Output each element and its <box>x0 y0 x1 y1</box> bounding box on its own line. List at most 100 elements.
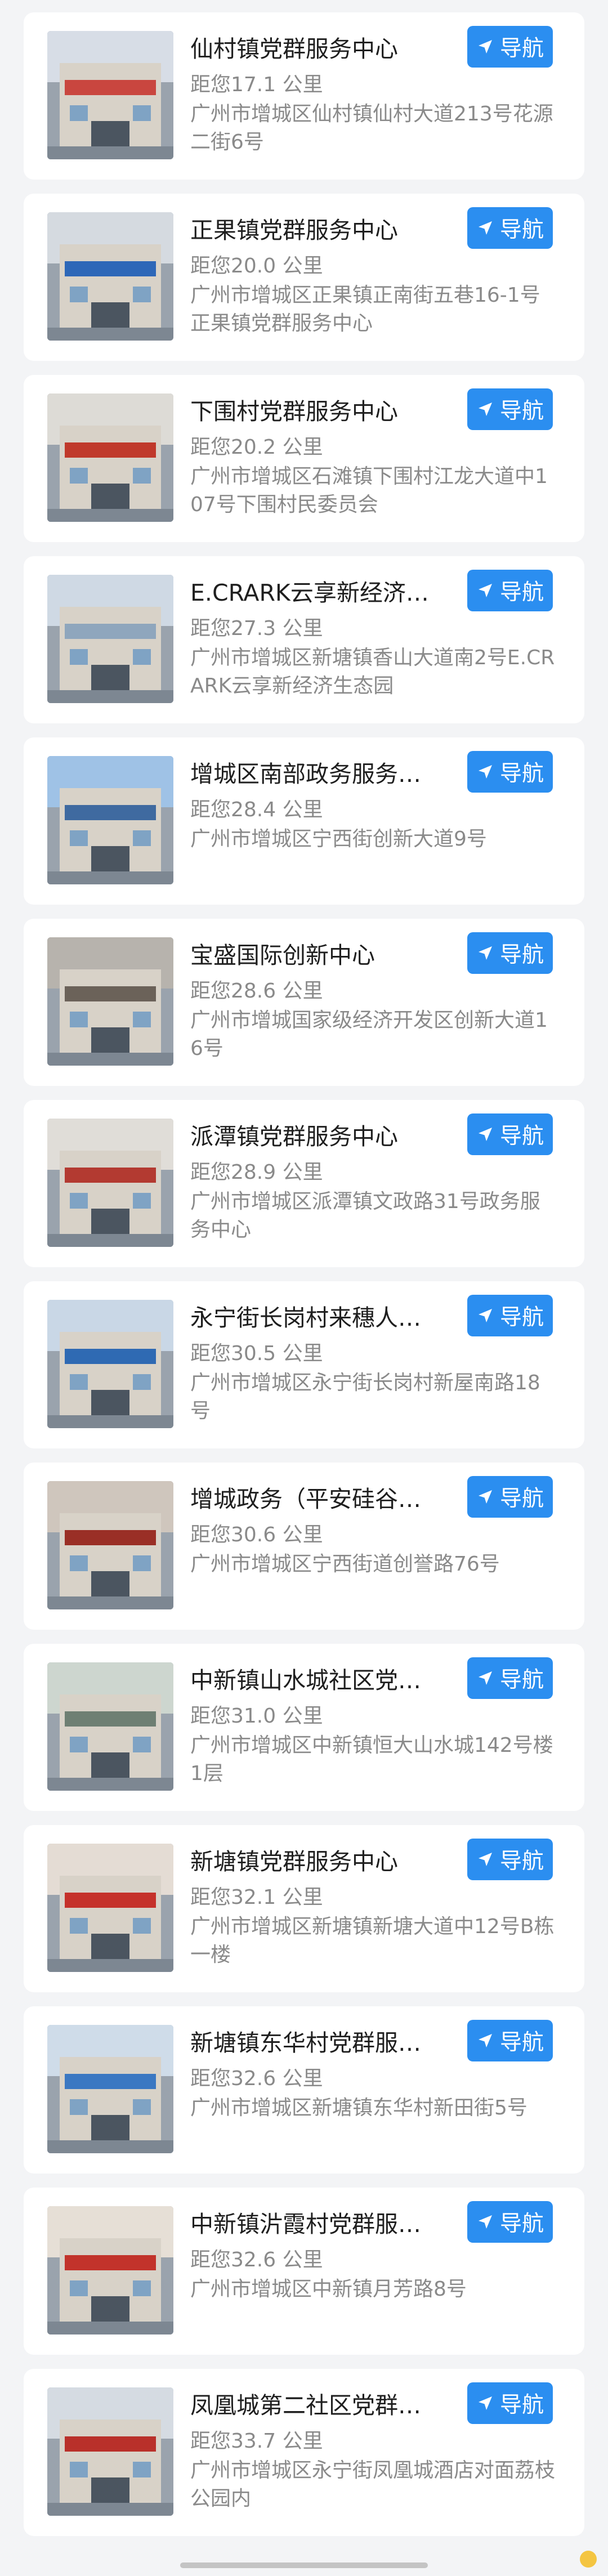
location-address: 广州市增城区永宁街长岗村新屋南路18号 <box>190 1371 540 1423</box>
location-address: 广州市增城区新塘镇香山大道南2号E.CRARK云享新经济生态园 <box>190 646 555 697</box>
list-item[interactable]: 仙村镇党群服务中心 距您17.1 公里 广州市增城区仙村镇仙村大道213号花源二… <box>24 12 584 180</box>
location-title[interactable]: 新塘镇东华村党群服… <box>190 2028 438 2058</box>
location-distance: 距您20.2 公里 <box>190 436 323 459</box>
location-photo[interactable] <box>47 1300 173 1428</box>
navigation-arrow-icon <box>478 1309 492 1322</box>
location-title[interactable]: 派潭镇党群服务中心 <box>190 1121 438 1152</box>
location-photo[interactable] <box>47 2025 173 2153</box>
navigate-button[interactable]: 导航 <box>467 26 553 68</box>
location-distance: 距您30.6 公里 <box>190 1523 323 1546</box>
list-item[interactable]: 中新镇山水城社区党… 距您31.0 公里 广州市增城区中新镇恒大山水城142号楼… <box>24 1644 584 1811</box>
navigation-arrow-icon <box>478 946 492 960</box>
location-photo[interactable] <box>47 393 173 522</box>
navigate-label: 导航 <box>499 1305 544 1330</box>
location-distance: 距您20.0 公里 <box>190 254 323 278</box>
location-address: 广州市增城区正果镇正南街五巷16-1号正果镇党群服务中心 <box>190 284 540 335</box>
navigate-button[interactable]: 导航 <box>467 751 553 793</box>
list-item[interactable]: E.CRARK云享新经济… 距您27.3 公里 广州市增城区新塘镇香山大道南2号… <box>24 556 584 723</box>
navigate-label: 导航 <box>499 1667 544 1693</box>
location-title[interactable]: 下围村党群服务中心 <box>190 396 438 427</box>
list-item[interactable]: 派潭镇党群服务中心 距您28.9 公里 广州市增城区派潭镇文政路31号政务服务中… <box>24 1100 584 1267</box>
location-photo[interactable] <box>47 575 173 703</box>
location-title[interactable]: 新塘镇党群服务中心 <box>190 1846 438 1877</box>
navigation-arrow-icon <box>478 1853 492 1866</box>
list-item[interactable]: 永宁街长岗村来穗人… 距您30.5 公里 广州市增城区永宁街长岗村新屋南路18号… <box>24 1281 584 1448</box>
list-item[interactable]: 增城区南部政务服务… 距您28.4 公里 广州市增城区宁西街创新大道9号 导航 <box>24 737 584 905</box>
navigate-label: 导航 <box>499 1124 544 1149</box>
navigation-arrow-icon <box>478 2396 492 2410</box>
navigate-label: 导航 <box>499 761 544 786</box>
list-item[interactable]: 宝盛国际创新中心 距您28.6 公里 广州市增城国家级经济开发区创新大道16号 … <box>24 919 584 1086</box>
navigate-label: 导航 <box>499 942 544 968</box>
location-title[interactable]: 宝盛国际创新中心 <box>190 940 438 971</box>
location-distance: 距您28.6 公里 <box>190 980 323 1003</box>
location-photo[interactable] <box>47 2387 173 2516</box>
navigate-label: 导航 <box>499 1849 544 1874</box>
navigate-button[interactable]: 导航 <box>467 1839 553 1880</box>
list-item[interactable]: 中新镇沜霞村党群服… 距您32.6 公里 广州市增城区中新镇月芳路8号 导航 <box>24 2188 584 2355</box>
location-address: 广州市增城区中新镇月芳路8号 <box>190 2278 467 2301</box>
navigate-button[interactable]: 导航 <box>467 1476 553 1518</box>
navigate-button[interactable]: 导航 <box>467 1657 553 1699</box>
location-photo[interactable] <box>47 756 173 884</box>
navigate-label: 导航 <box>499 36 544 61</box>
location-distance: 距您33.7 公里 <box>190 2430 323 2453</box>
location-distance: 距您30.5 公里 <box>190 1342 323 1365</box>
navigate-label: 导航 <box>499 217 544 243</box>
location-title[interactable]: 增城政务（平安硅谷… <box>190 1484 438 1514</box>
location-address: 广州市增城国家级经济开发区创新大道16号 <box>190 1009 548 1060</box>
navigation-arrow-icon <box>478 2215 492 2229</box>
location-title[interactable]: 中新镇山水城社区党… <box>190 1665 438 1696</box>
navigation-arrow-icon <box>478 2034 492 2047</box>
location-address: 广州市增城区宁西街道创誉路76号 <box>190 1553 500 1576</box>
location-distance: 距您27.3 公里 <box>190 617 323 640</box>
list-item[interactable]: 下围村党群服务中心 距您20.2 公里 广州市增城区石滩镇下围村江龙大道中107… <box>24 375 584 542</box>
location-distance: 距您28.4 公里 <box>190 798 323 821</box>
location-photo[interactable] <box>47 1662 173 1791</box>
navigation-arrow-icon <box>478 40 492 53</box>
watermark-icon <box>580 2551 597 2568</box>
navigate-button[interactable]: 导航 <box>467 2382 553 2424</box>
navigate-button[interactable]: 导航 <box>467 2020 553 2061</box>
list-item[interactable]: 凤凰城第二社区党群… 距您33.7 公里 广州市增城区永宁街凤凰城酒店对面荔枝公… <box>24 2369 584 2536</box>
location-photo[interactable] <box>47 212 173 341</box>
location-address: 广州市增城区派潭镇文政路31号政务服务中心 <box>190 1190 540 1241</box>
list-item[interactable]: 正果镇党群服务中心 距您20.0 公里 广州市增城区正果镇正南街五巷16-1号正… <box>24 194 584 361</box>
location-title[interactable]: 中新镇沜霞村党群服… <box>190 2209 438 2239</box>
location-photo[interactable] <box>47 2206 173 2334</box>
navigate-button[interactable]: 导航 <box>467 1113 553 1155</box>
list-item[interactable]: 新塘镇东华村党群服… 距您32.6 公里 广州市增城区新塘镇东华村新田街5号 导… <box>24 2006 584 2174</box>
list-item[interactable]: 新塘镇党群服务中心 距您32.1 公里 广州市增城区新塘镇新塘大道中12号B栋一… <box>24 1825 584 1992</box>
navigate-button[interactable]: 导航 <box>467 388 553 430</box>
watermark-logo <box>580 2549 597 2569</box>
location-distance: 距您17.1 公里 <box>190 73 323 96</box>
location-photo[interactable] <box>47 937 173 1066</box>
location-address: 广州市增城区石滩镇下围村江龙大道中107号下围村民委员会 <box>190 465 548 516</box>
list-item[interactable]: 增城政务（平安硅谷… 距您30.6 公里 广州市增城区宁西街道创誉路76号 导航 <box>24 1463 584 1630</box>
home-indicator <box>180 2562 428 2568</box>
location-address: 广州市增城区仙村镇仙村大道213号花源二街6号 <box>190 102 553 154</box>
navigate-button[interactable]: 导航 <box>467 570 553 611</box>
location-address: 广州市增城区新塘镇东华村新田街5号 <box>190 2096 527 2119</box>
location-photo[interactable] <box>47 1481 173 1609</box>
navigate-button[interactable]: 导航 <box>467 207 553 249</box>
navigation-arrow-icon <box>478 402 492 416</box>
navigate-label: 导航 <box>499 2392 544 2418</box>
navigate-button[interactable]: 导航 <box>467 932 553 974</box>
location-photo[interactable] <box>47 1119 173 1247</box>
location-title[interactable]: 永宁街长岗村来穗人… <box>190 1303 438 1333</box>
navigate-button[interactable]: 导航 <box>467 2201 553 2243</box>
location-photo[interactable] <box>47 1844 173 1972</box>
navigate-button[interactable]: 导航 <box>467 1295 553 1336</box>
location-address: 广州市增城区新塘镇新塘大道中12号B栋一楼 <box>190 1915 555 1966</box>
navigation-arrow-icon <box>478 584 492 597</box>
location-title[interactable]: 凤凰城第二社区党群… <box>190 2390 438 2421</box>
location-title[interactable]: 仙村镇党群服务中心 <box>190 34 438 64</box>
location-address: 广州市增城区中新镇恒大山水城142号楼1层 <box>190 1734 553 1785</box>
location-title[interactable]: 正果镇党群服务中心 <box>190 215 438 245</box>
location-address: 广州市增城区宁西街创新大道9号 <box>190 828 487 851</box>
location-photo[interactable] <box>47 31 173 159</box>
location-title[interactable]: 增城区南部政务服务… <box>190 759 438 789</box>
location-title[interactable]: E.CRARK云享新经济… <box>190 578 438 608</box>
navigate-label: 导航 <box>499 1486 544 1511</box>
